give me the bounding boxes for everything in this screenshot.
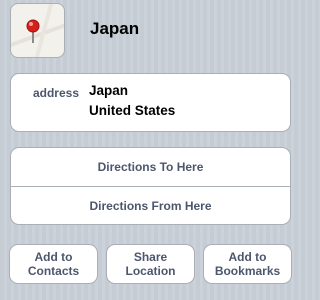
share-location-label-line1: Share bbox=[133, 250, 168, 264]
address-line-1: Japan bbox=[89, 83, 129, 98]
address-line-2: United States bbox=[89, 103, 176, 118]
add-to-bookmarks-label-line2: Bookmarks bbox=[214, 264, 281, 278]
add-to-contacts-button[interactable]: Add to Contacts bbox=[9, 244, 98, 284]
map-thumbnail bbox=[10, 3, 65, 58]
map-pin-icon bbox=[26, 19, 40, 43]
add-to-contacts-label-line2: Contacts bbox=[27, 264, 80, 278]
directions-from-here-button[interactable]: Directions From Here bbox=[11, 187, 290, 225]
share-location-button[interactable]: Share Location bbox=[106, 244, 195, 284]
page-title: Japan bbox=[90, 19, 140, 38]
share-location-label-line2: Location bbox=[125, 264, 176, 278]
address-label: address bbox=[32, 86, 79, 100]
address-card[interactable]: address Japan United States bbox=[10, 73, 291, 132]
directions-to-here-button[interactable]: Directions To Here bbox=[11, 148, 290, 186]
directions-group: Directions To Here Directions From Here bbox=[10, 147, 291, 225]
add-to-contacts-label-line1: Add to bbox=[34, 250, 73, 264]
add-to-bookmarks-label-line1: Add to bbox=[228, 250, 267, 264]
add-to-bookmarks-button[interactable]: Add to Bookmarks bbox=[203, 244, 292, 284]
